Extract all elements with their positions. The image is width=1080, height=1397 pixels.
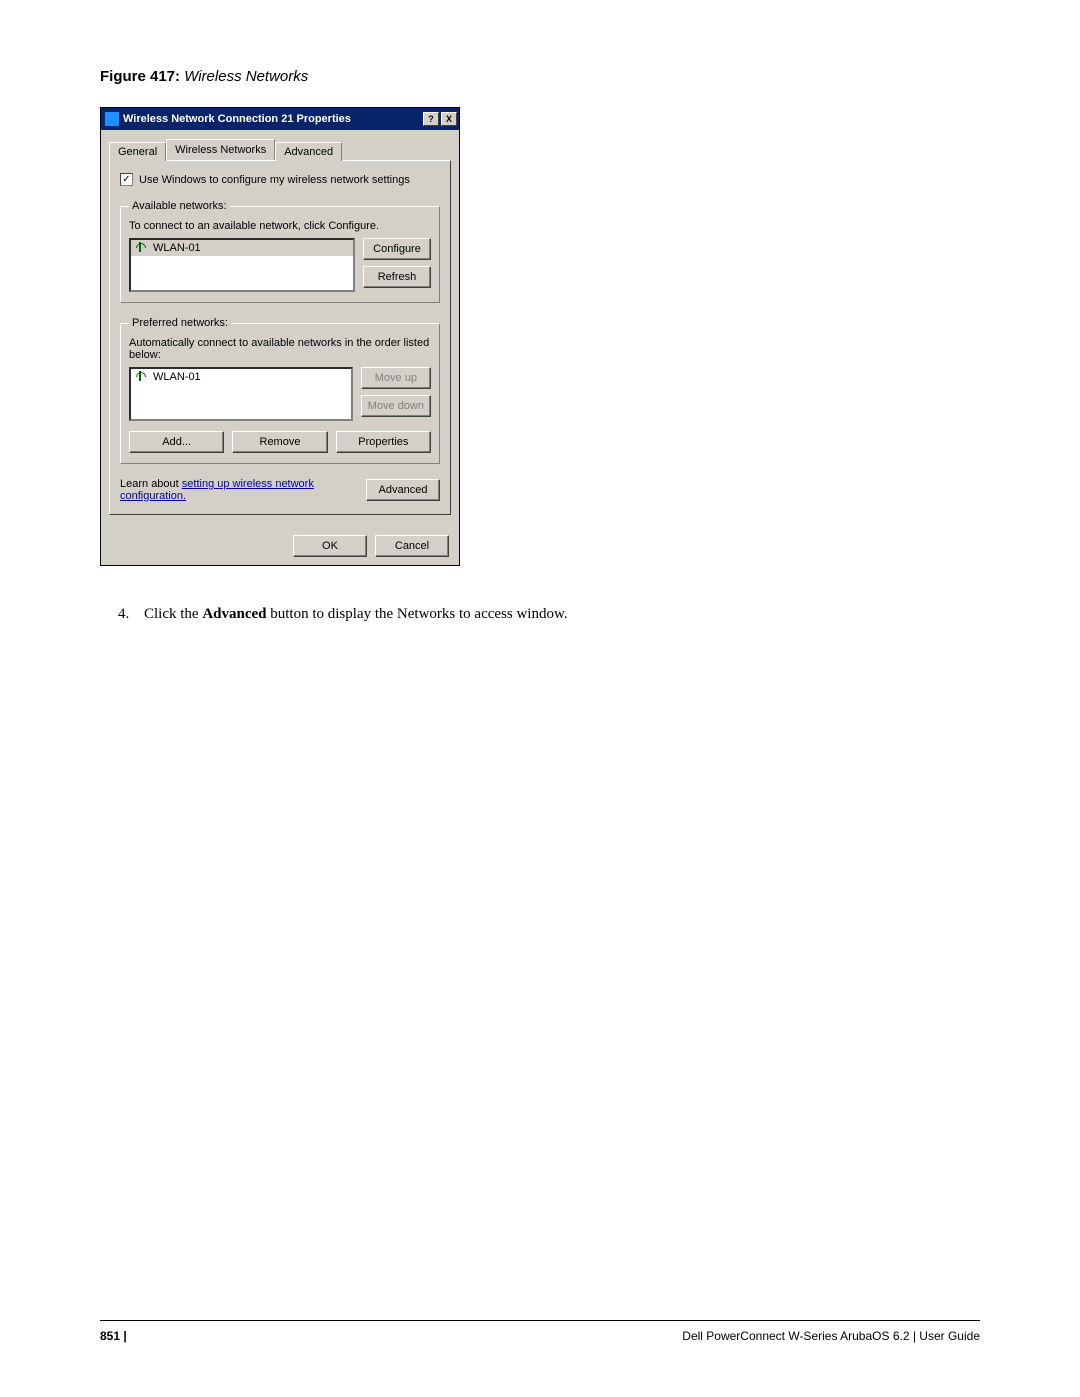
- preferred-hint: Automatically connect to available netwo…: [129, 337, 431, 361]
- close-button[interactable]: X: [441, 112, 457, 126]
- preferred-listbox[interactable]: WLAN-01: [129, 367, 353, 421]
- list-item[interactable]: WLAN-01: [131, 240, 353, 256]
- properties-dialog: Wireless Network Connection 21 Propertie…: [100, 107, 460, 566]
- dialog-footer: OK Cancel: [101, 525, 459, 565]
- footer-right: Dell PowerConnect W-Series ArubaOS 6.2 |…: [682, 1329, 980, 1343]
- network-icon: [135, 371, 147, 383]
- tab-wireless-networks[interactable]: Wireless Networks: [166, 139, 275, 160]
- advanced-button[interactable]: Advanced: [366, 479, 440, 501]
- tab-general[interactable]: General: [109, 142, 166, 161]
- network-name: WLAN-01: [153, 371, 201, 383]
- preferred-legend: Preferred networks:: [129, 317, 231, 329]
- remove-button[interactable]: Remove: [232, 431, 327, 453]
- available-networks-group: Available networks: To connect to an ava…: [120, 200, 440, 303]
- page-number: 851: [100, 1329, 120, 1343]
- step-text: Click the Advanced button to display the…: [144, 606, 568, 623]
- footer-left: 851 |: [100, 1329, 127, 1343]
- tab-panel: ✓ Use Windows to configure my wireless n…: [109, 160, 451, 515]
- help-button[interactable]: ?: [423, 112, 439, 126]
- learn-text: Learn about setting up wireless network …: [120, 478, 366, 502]
- properties-button[interactable]: Properties: [336, 431, 431, 453]
- add-button[interactable]: Add...: [129, 431, 224, 453]
- page-footer: 851 | Dell PowerConnect W-Series ArubaOS…: [100, 1320, 980, 1343]
- figure-caption: Figure 417: Wireless Networks: [100, 68, 980, 85]
- move-down-button[interactable]: Move down: [361, 395, 431, 417]
- move-up-button[interactable]: Move up: [361, 367, 431, 389]
- available-legend: Available networks:: [129, 200, 230, 212]
- step-number: 4.: [118, 606, 144, 623]
- ok-button[interactable]: OK: [293, 535, 367, 557]
- titlebar: Wireless Network Connection 21 Propertie…: [101, 108, 459, 130]
- use-windows-checkbox[interactable]: ✓: [120, 173, 133, 186]
- tab-strip: General Wireless Networks Advanced: [109, 138, 451, 160]
- list-item[interactable]: WLAN-01: [131, 369, 351, 385]
- figure-title: Wireless Networks: [184, 68, 308, 85]
- checkmark-icon: ✓: [122, 175, 130, 185]
- window-sys-icon: [105, 112, 119, 126]
- tab-advanced[interactable]: Advanced: [275, 142, 342, 161]
- cancel-button[interactable]: Cancel: [375, 535, 449, 557]
- refresh-button[interactable]: Refresh: [363, 266, 431, 288]
- available-listbox[interactable]: WLAN-01: [129, 238, 355, 292]
- network-icon: [135, 242, 147, 254]
- figure-label: Figure 417:: [100, 68, 180, 85]
- window-title: Wireless Network Connection 21 Propertie…: [123, 113, 421, 125]
- use-windows-label: Use Windows to configure my wireless net…: [139, 174, 410, 186]
- network-name: WLAN-01: [153, 242, 201, 254]
- preferred-networks-group: Preferred networks: Automatically connec…: [120, 317, 440, 464]
- instruction-step: 4. Click the Advanced button to display …: [100, 606, 980, 623]
- configure-button[interactable]: Configure: [363, 238, 431, 260]
- use-windows-row: ✓ Use Windows to configure my wireless n…: [120, 173, 440, 186]
- available-hint: To connect to an available network, clic…: [129, 220, 431, 232]
